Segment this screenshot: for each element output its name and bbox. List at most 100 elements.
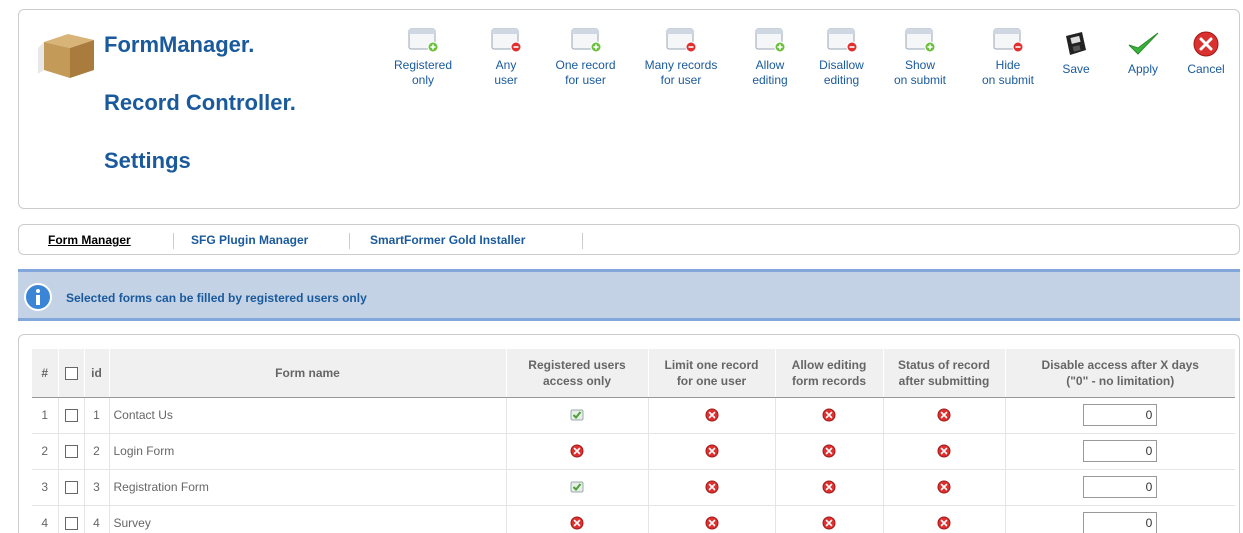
any-user-button[interactable]: Any user — [483, 26, 529, 88]
many-records-for-user-button[interactable]: Many records for user — [633, 26, 729, 88]
page-add-icon — [905, 28, 936, 53]
disable-days-input[interactable] — [1083, 512, 1158, 533]
col-header-num: # — [32, 349, 58, 398]
row-number: 1 — [32, 397, 58, 434]
row-checkbox[interactable] — [64, 445, 78, 459]
package-box-icon — [38, 34, 94, 78]
disabled-status-icon[interactable] — [937, 408, 951, 422]
header-panel: FormManager. Record Controller. Settings… — [18, 9, 1240, 209]
col-header-limit[interactable]: Limit one record for one user — [647, 349, 775, 398]
disabled-status-icon[interactable] — [822, 480, 836, 494]
col-header-disable-days[interactable]: Disable access after X days ("0" - no li… — [1004, 349, 1235, 398]
col-header-id[interactable]: id — [83, 349, 109, 398]
registered-status-icon[interactable] — [570, 480, 584, 494]
disabled-status-icon[interactable] — [937, 516, 951, 530]
col-header-allow-edit[interactable]: Allow editing form records — [774, 349, 883, 398]
row-days-cell — [1004, 469, 1235, 506]
apply-label: Apply — [1127, 62, 1159, 76]
allow-editing-button[interactable]: Allow editing — [742, 26, 798, 88]
row-allow-edit-cell — [774, 433, 883, 470]
row-checkbox[interactable] — [64, 517, 78, 531]
select-all-checkbox[interactable] — [64, 367, 78, 381]
any-user-label: Any user — [494, 58, 518, 87]
apply-button[interactable]: Apply — [1116, 30, 1170, 77]
title-line-2: Record Controller. — [104, 90, 296, 115]
row-status-cell — [882, 469, 1005, 506]
info-icon — [24, 283, 52, 311]
disabled-status-icon[interactable] — [937, 444, 951, 458]
disallow-editing-button[interactable]: Disallow editing — [807, 26, 876, 88]
row-allow-edit-cell — [774, 469, 883, 506]
row-form-name: Survey — [108, 505, 506, 533]
disabled-status-icon[interactable] — [705, 408, 719, 422]
row-checkbox-cell — [57, 469, 84, 506]
page-remove-icon — [827, 28, 857, 53]
disabled-status-icon[interactable] — [822, 516, 836, 530]
show-on-submit-label: Show on submit — [893, 58, 947, 87]
submenu-item-sfg-plugin-manager[interactable]: SFG Plugin Manager — [191, 233, 308, 247]
row-status-cell — [882, 397, 1005, 434]
row-form-name: Login Form — [108, 433, 506, 470]
title-line-3: Settings — [104, 148, 191, 173]
forms-table-panel: # id Form name Registered users access o… — [18, 334, 1240, 533]
col-header-status[interactable]: Status of record after submitting — [882, 349, 1005, 398]
submenu-separator — [582, 233, 583, 249]
disabled-status-icon[interactable] — [937, 480, 951, 494]
row-checkbox[interactable] — [64, 481, 78, 495]
registered-status-icon[interactable] — [570, 408, 584, 422]
row-id: 3 — [83, 469, 109, 506]
col-header-form-name[interactable]: Form name — [108, 349, 506, 398]
disabled-status-icon[interactable] — [570, 516, 584, 530]
submenu: Form Manager SFG Plugin Manager SmartFor… — [18, 224, 1240, 255]
disabled-status-icon[interactable] — [705, 480, 719, 494]
row-id: 4 — [83, 505, 109, 533]
one-record-for-user-label: One record for user — [555, 58, 616, 87]
row-number: 4 — [32, 505, 58, 533]
page-remove-icon — [491, 28, 522, 53]
disabled-status-icon[interactable] — [570, 444, 584, 458]
col-header-registered[interactable]: Registered users access only — [505, 349, 648, 398]
row-form-name: Contact Us — [108, 397, 506, 434]
submenu-item-form-manager[interactable]: Form Manager — [48, 233, 131, 247]
row-checkbox[interactable] — [64, 409, 78, 423]
submenu-separator — [349, 233, 350, 249]
registered-only-button[interactable]: Registered only — [391, 26, 455, 88]
row-limit-cell — [647, 505, 775, 533]
many-records-for-user-label: Many records for user — [644, 58, 718, 87]
page-remove-icon — [666, 28, 697, 53]
disable-days-input[interactable] — [1083, 404, 1158, 426]
disabled-status-icon[interactable] — [705, 516, 719, 530]
message-text: Selected forms can be filled by register… — [66, 291, 367, 305]
table-header-row: # id Form name Registered users access o… — [32, 349, 1235, 398]
page-add-icon — [755, 28, 786, 53]
row-registered-cell — [505, 397, 648, 434]
table-row: 2 2 Login Form — [32, 433, 1235, 470]
checkmark-icon — [1128, 32, 1159, 55]
table-row: 3 3 Registration Form — [32, 469, 1235, 506]
cancel-button[interactable]: Cancel — [1177, 30, 1235, 77]
hide-on-submit-button[interactable]: Hide on submit — [971, 26, 1045, 88]
row-limit-cell — [647, 433, 775, 470]
disabled-status-icon[interactable] — [822, 408, 836, 422]
page-remove-icon — [993, 28, 1024, 53]
row-registered-cell — [505, 505, 648, 533]
disable-days-input[interactable] — [1083, 440, 1158, 462]
row-id: 2 — [83, 433, 109, 470]
submenu-separator — [173, 233, 174, 249]
row-days-cell — [1004, 397, 1235, 434]
row-days-cell — [1004, 433, 1235, 470]
row-form-name: Registration Form — [108, 469, 506, 506]
row-id: 1 — [83, 397, 109, 434]
show-on-submit-button[interactable]: Show on submit — [889, 26, 951, 88]
save-button[interactable]: Save — [1054, 30, 1098, 77]
disable-days-input[interactable] — [1083, 476, 1158, 498]
row-registered-cell — [505, 469, 648, 506]
row-checkbox-cell — [57, 433, 84, 470]
disabled-status-icon[interactable] — [705, 444, 719, 458]
submenu-item-smartformer-gold-installer[interactable]: SmartFormer Gold Installer — [370, 233, 525, 247]
hide-on-submit-label: Hide on submit — [981, 58, 1035, 87]
disabled-status-icon[interactable] — [822, 444, 836, 458]
one-record-for-user-button[interactable]: One record for user — [541, 26, 630, 88]
cancel-icon — [1193, 31, 1219, 57]
title-line-1: FormManager. — [104, 32, 255, 57]
